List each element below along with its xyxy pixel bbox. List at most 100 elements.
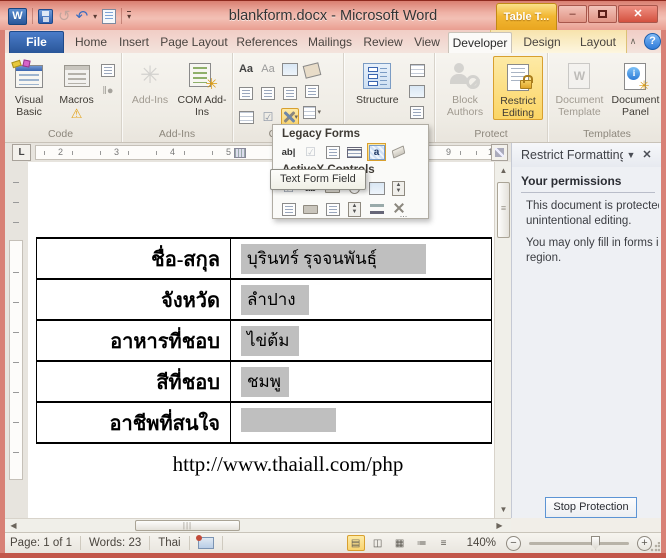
horizontal-scrollbar[interactable]: ◀ ||| ▶ bbox=[5, 518, 511, 532]
zoom-level[interactable]: 140% bbox=[467, 537, 496, 549]
full-screen-reading-view-icon[interactable]: ◫ bbox=[369, 535, 387, 551]
text-form-field[interactable]: ไข่ต้ม bbox=[241, 326, 299, 356]
scroll-right-icon[interactable]: ▶ bbox=[493, 519, 506, 532]
structure-button[interactable]: Structure bbox=[348, 56, 406, 107]
reset-form-fields-icon[interactable] bbox=[389, 143, 408, 161]
window-border-bottom bbox=[0, 553, 666, 558]
text-form-field[interactable]: ชมพู bbox=[241, 367, 289, 397]
combo-box-content-control-icon[interactable] bbox=[259, 84, 277, 102]
tab-page-layout[interactable]: Page Layout bbox=[156, 32, 232, 53]
restrict-editing-icon bbox=[507, 61, 529, 93]
document-template-icon: W bbox=[568, 60, 590, 92]
tab-view[interactable]: View bbox=[408, 32, 446, 53]
pane-text: region. bbox=[526, 251, 659, 267]
window-border-left bbox=[0, 30, 5, 553]
help-icon[interactable]: ? bbox=[644, 33, 661, 50]
tab-home[interactable]: Home bbox=[70, 32, 112, 53]
web-layout-view-icon[interactable]: ▦ bbox=[391, 535, 409, 551]
properties-icon[interactable] bbox=[303, 82, 321, 100]
tab-developer[interactable]: Developer bbox=[448, 32, 512, 53]
form-table: ชื่อ-สกุล บุรินทร์ รุจจนพันธุ์ จังหวัด ล… bbox=[36, 237, 492, 444]
record-macro-icon[interactable] bbox=[99, 61, 117, 79]
collapse-ribbon-icon[interactable]: ∧ bbox=[625, 34, 641, 49]
visual-basic-button[interactable]: Visual Basic bbox=[4, 56, 54, 118]
close-button[interactable]: ✕ bbox=[618, 5, 658, 23]
activex-scroll-bar-icon[interactable]: ▲▼ bbox=[345, 200, 364, 218]
dropdown-form-field-icon[interactable] bbox=[323, 143, 342, 161]
restrict-editing-button[interactable]: Restrict Editing bbox=[493, 56, 543, 120]
schema-icon[interactable] bbox=[408, 61, 426, 79]
form-field-shading-icon[interactable]: a bbox=[367, 143, 386, 161]
com-addins-button[interactable]: ✳ COM Add-Ins bbox=[176, 56, 228, 118]
expansion-packs-icon[interactable] bbox=[408, 103, 426, 121]
language-indicator[interactable]: Thai bbox=[158, 537, 180, 549]
activex-spin-button-icon[interactable]: ▲▼ bbox=[389, 179, 408, 197]
pane-close-icon[interactable]: ✕ bbox=[639, 147, 655, 163]
tab-mailings[interactable]: Mailings bbox=[302, 32, 358, 53]
document-panel-button[interactable]: i✳ Document Panel bbox=[609, 56, 662, 118]
activex-label-icon[interactable] bbox=[301, 200, 320, 218]
zoom-slider-thumb[interactable] bbox=[591, 536, 600, 550]
checkbox-form-field-icon[interactable]: ☑ bbox=[301, 143, 320, 161]
horizontal-ruler[interactable]: 2 3 4 5 9 10 bbox=[35, 145, 505, 160]
macro-recording-icon[interactable] bbox=[198, 537, 214, 549]
draft-view-icon[interactable]: ≡ bbox=[435, 535, 453, 551]
rich-text-content-control-icon[interactable]: Aa bbox=[237, 60, 255, 78]
activex-combo-box-icon[interactable] bbox=[323, 200, 342, 218]
text-form-field-icon[interactable]: ab| bbox=[279, 143, 298, 161]
field-label: ชื่อ-สกุล bbox=[37, 239, 231, 278]
zoom-out-icon[interactable]: − bbox=[506, 536, 521, 551]
date-picker-content-control-icon[interactable] bbox=[237, 108, 255, 126]
scroll-down-icon[interactable]: ▼ bbox=[497, 503, 510, 516]
macro-security-icon[interactable]: ⚠ bbox=[71, 107, 83, 120]
picture-content-control-icon[interactable] bbox=[281, 60, 299, 78]
outline-view-icon[interactable]: ≔ bbox=[413, 535, 431, 551]
maximize-button[interactable] bbox=[588, 5, 617, 23]
tab-layout[interactable]: Layout bbox=[574, 32, 622, 53]
building-block-gallery-icon[interactable] bbox=[237, 84, 255, 102]
text-form-field[interactable]: ลำปาง bbox=[241, 285, 309, 315]
tab-file[interactable]: File bbox=[9, 31, 64, 53]
pane-menu-icon[interactable]: ▼ bbox=[623, 147, 639, 163]
word-count[interactable]: Words: 23 bbox=[89, 537, 141, 549]
vertical-scrollbar[interactable]: ▲ ▼ bbox=[494, 162, 511, 518]
activex-toggle-button-icon[interactable] bbox=[367, 200, 386, 218]
table-tools-contextual-header[interactable]: Table T... bbox=[496, 3, 557, 31]
view-ruler-toggle[interactable] bbox=[491, 144, 508, 161]
print-layout-view-icon[interactable]: ▤ bbox=[347, 535, 365, 551]
vertical-ruler[interactable] bbox=[5, 162, 28, 518]
table-column-marker[interactable] bbox=[234, 148, 246, 158]
status-left: Page: 1 of 1 Words: 23 Thai bbox=[0, 536, 231, 550]
page-indicator[interactable]: Page: 1 of 1 bbox=[10, 537, 72, 549]
com-addins-icon: ✳ bbox=[189, 60, 215, 92]
text-form-field[interactable]: บุรินทร์ รุจจนพันธุ์ bbox=[241, 244, 426, 274]
pane-text: This document is protected bbox=[526, 199, 659, 215]
dropdown-list-content-control-icon[interactable] bbox=[281, 84, 299, 102]
insert-frame-icon[interactable] bbox=[345, 143, 364, 161]
plain-text-content-control-icon[interactable]: Aa bbox=[259, 60, 277, 78]
activex-image-icon[interactable] bbox=[367, 179, 386, 197]
tab-review[interactable]: Review bbox=[358, 32, 408, 53]
macros-button[interactable]: Macros ⚠ bbox=[56, 56, 97, 120]
tooltip: Text Form Field bbox=[270, 169, 366, 190]
vertical-scrollbar-thumb[interactable] bbox=[497, 182, 510, 238]
transformation-icon[interactable] bbox=[408, 82, 426, 100]
tab-insert[interactable]: Insert bbox=[112, 32, 156, 53]
group-control-icon[interactable]: ▾ bbox=[303, 103, 321, 121]
document-url-text: http://www.thaiall.com/php bbox=[88, 452, 488, 477]
table-row: อาชีพที่สนใจ bbox=[37, 403, 491, 444]
tab-selector[interactable]: L bbox=[12, 144, 31, 161]
more-controls-icon[interactable]: … bbox=[389, 200, 408, 218]
design-mode-icon[interactable] bbox=[303, 61, 321, 79]
tab-references[interactable]: References bbox=[232, 32, 302, 53]
horizontal-scrollbar-thumb[interactable]: ||| bbox=[135, 520, 240, 531]
resize-grip[interactable] bbox=[650, 542, 660, 552]
text-form-field[interactable] bbox=[241, 408, 336, 432]
activex-list-box-icon[interactable] bbox=[279, 200, 298, 218]
stop-protection-button[interactable]: Stop Protection bbox=[545, 497, 637, 518]
minimize-button[interactable]: – bbox=[558, 5, 587, 23]
tab-design[interactable]: Design bbox=[518, 32, 566, 53]
zoom-slider[interactable] bbox=[529, 542, 629, 545]
scroll-up-icon[interactable]: ▲ bbox=[497, 164, 510, 177]
scroll-left-icon[interactable]: ◀ bbox=[7, 519, 20, 532]
